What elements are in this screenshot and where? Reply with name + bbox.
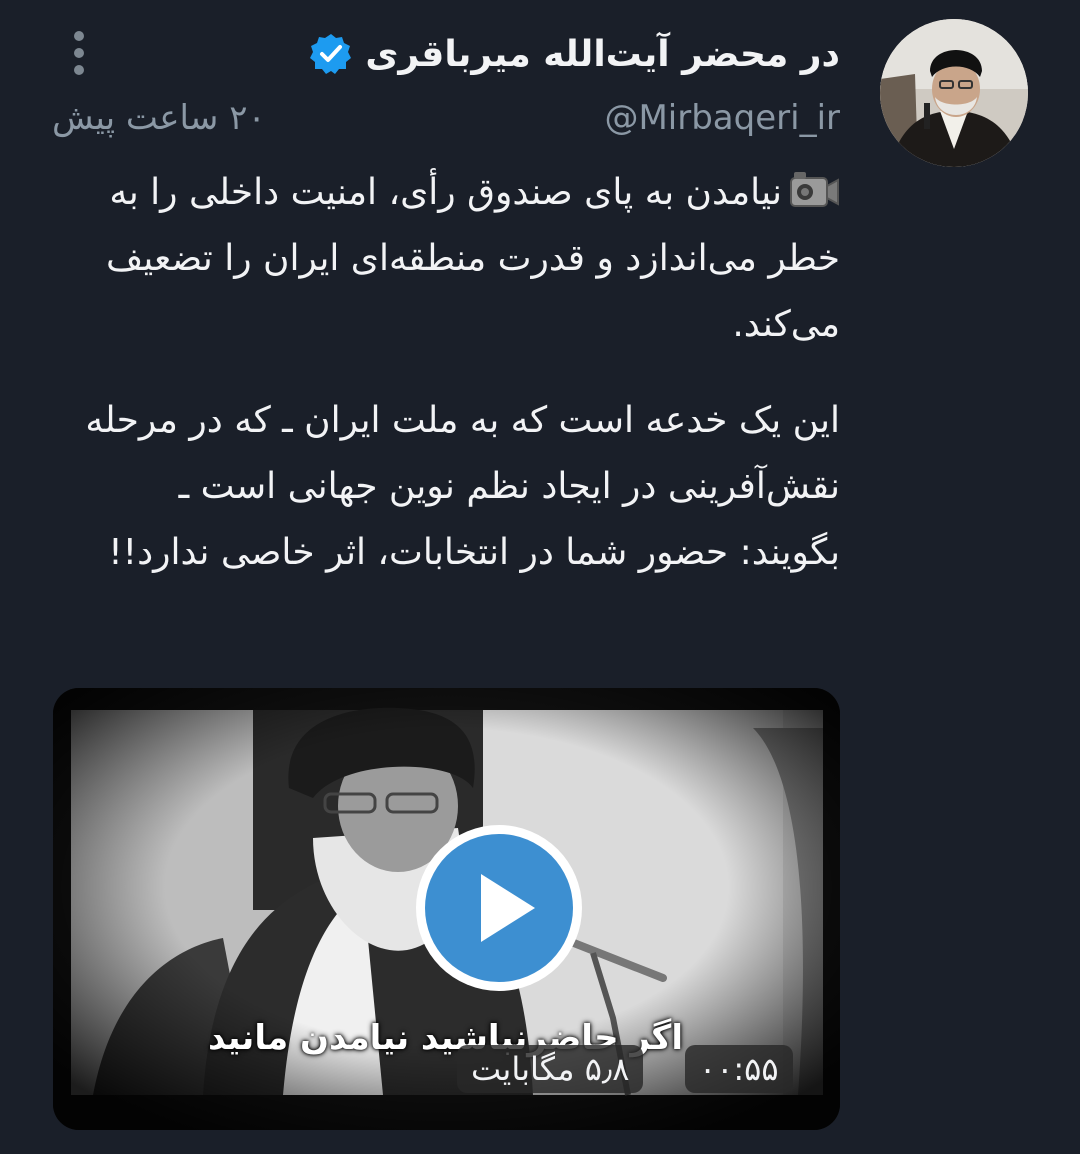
verified-badge-icon (309, 32, 353, 76)
video-camera-icon (788, 168, 840, 210)
avatar[interactable] (880, 19, 1028, 167)
avatar-image (880, 19, 1028, 167)
tweet-time[interactable]: ۲۰ ساعت پیش (52, 98, 266, 138)
tweet-header: در محضر آیت‌الله میرباقری (309, 24, 840, 84)
author-handle[interactable]: @Mirbaqeri_ir (604, 98, 840, 138)
video-size-badge: ۵٫۸ مگابایت (457, 1045, 644, 1093)
tweet-paragraph-2: این یک خدعه است که به ملت ایران ـ که در … (85, 400, 840, 573)
tweet-paragraph-1-text: نیامدن به پای صندوق رأی، امنیت داخلی را … (106, 172, 840, 345)
play-icon[interactable] (413, 822, 585, 994)
video-thumbnail[interactable]: اگر حاضرنباشید نیامدن مانید ۵٫۸ مگابایت … (53, 688, 840, 1130)
more-options-icon[interactable] (62, 28, 96, 78)
tweet-text: نیامدن به پای صندوق رأی، امنیت داخلی را … (70, 160, 840, 616)
display-name[interactable]: در محضر آیت‌الله میرباقری (365, 34, 840, 75)
tweet-paragraph-1: نیامدن به پای صندوق رأی، امنیت داخلی را … (70, 160, 840, 358)
video-duration-badge: ۰۰:۵۵ (685, 1045, 793, 1093)
